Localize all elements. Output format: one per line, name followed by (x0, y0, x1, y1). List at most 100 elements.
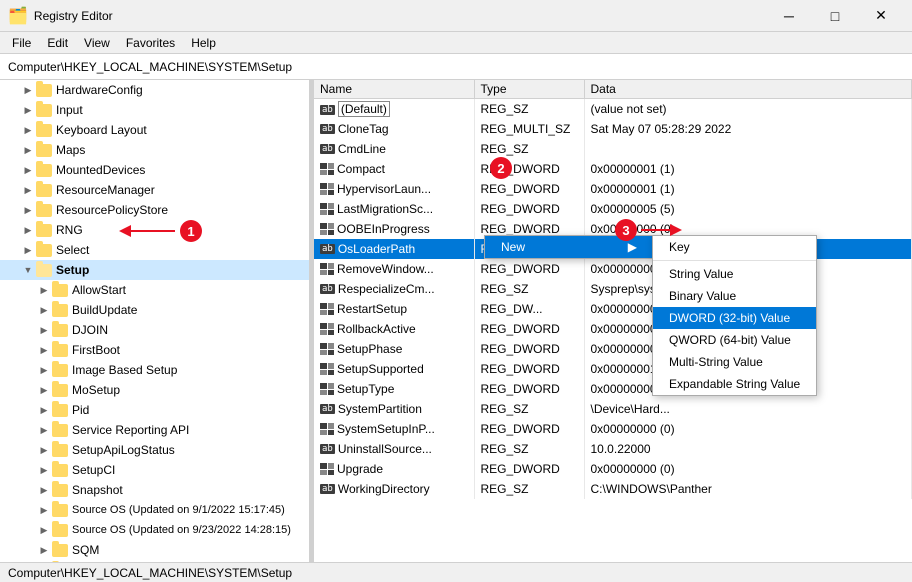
tree-item-sqm[interactable]: ▶ SQM (0, 540, 309, 560)
table-row[interactable]: abWorkingDirectoryREG_SZC:\WINDOWS\Panth… (314, 479, 912, 499)
minimize-button[interactable]: ─ (766, 0, 812, 32)
cell-type: REG_DWORD (474, 199, 584, 219)
window-controls: ─ □ ✕ (766, 0, 904, 32)
cell-type: REG_SZ (474, 139, 584, 159)
cell-data: 0x00000000 (0 (584, 319, 912, 339)
menu-file[interactable]: File (4, 34, 39, 52)
tree-label: Maps (56, 143, 85, 157)
expand-arrow: ▶ (20, 102, 36, 118)
table-row[interactable]: abRespecializeCm...REG_SZSysprep\sysp... (314, 279, 912, 299)
table-row[interactable]: abCloneTagREG_MULTI_SZSat May 07 05:28:2… (314, 119, 912, 139)
tree-label: Source OS (Updated on 9/1/2022 15:17:45) (72, 504, 285, 516)
folder-icon (52, 524, 68, 537)
tree-label: DJOIN (72, 323, 108, 337)
cell-data: 0x00000001 (1) (584, 179, 912, 199)
tree-label: RNG (56, 223, 83, 237)
tree-item-status[interactable]: ▶ Status (0, 560, 309, 562)
tree-label: Keyboard Layout (56, 123, 147, 137)
table-row[interactable]: RollbackActiveREG_DWORD0x00000000 (0 (314, 319, 912, 339)
folder-icon (36, 224, 52, 237)
tree-item-setupapilogstatus[interactable]: ▶ SetupApiLogStatus (0, 440, 309, 460)
menu-favorites[interactable]: Favorites (118, 34, 183, 52)
table-row[interactable]: CompactREG_DWORD0x00000001 (1) (314, 159, 912, 179)
cell-name: SetupPhase (314, 339, 474, 359)
expand-arrow: ▶ (36, 422, 52, 438)
tree-item-resourcemanager[interactable]: ▶ ResourceManager (0, 180, 309, 200)
tree-item-sourceos1[interactable]: ▶ Source OS (Updated on 9/1/2022 15:17:4… (0, 500, 309, 520)
cell-name: abUninstallSource... (314, 439, 474, 459)
tree-item-setup[interactable]: ▼ Setup (0, 260, 309, 280)
tree-label: Pid (72, 403, 89, 417)
table-row[interactable]: OOBEInProgressREG_DWORD0x00000000 (0) (314, 219, 912, 239)
tree-label: Snapshot (72, 483, 123, 497)
table-row[interactable]: abUninstallSource...REG_SZ10.0.22000 (314, 439, 912, 459)
table-row[interactable]: abOsLoaderPathREG_SZ (314, 239, 912, 259)
cell-name: SetupType (314, 379, 474, 399)
cell-data: 0x00000000 (0 (584, 379, 912, 399)
tree-item-setupci[interactable]: ▶ SetupCI (0, 460, 309, 480)
cell-name: Upgrade (314, 459, 474, 479)
folder-icon (36, 204, 52, 217)
tree-item-mosetup[interactable]: ▶ MoSetup (0, 380, 309, 400)
table-row[interactable]: HypervisorLaun...REG_DWORD0x00000001 (1) (314, 179, 912, 199)
cell-data: 10.0.22000 (584, 439, 912, 459)
table-row[interactable]: SetupPhaseREG_DWORD0x00000000 (0 (314, 339, 912, 359)
expand-arrow: ▶ (36, 522, 52, 538)
expand-arrow: ▶ (36, 462, 52, 478)
cell-data (584, 139, 912, 159)
tree-label: Select (56, 243, 89, 257)
tree-item-servicereportingapi[interactable]: ▶ Service Reporting API (0, 420, 309, 440)
expand-arrow: ▶ (20, 122, 36, 138)
address-path: Computer\HKEY_LOCAL_MACHINE\SYSTEM\Setup (8, 60, 292, 74)
close-button[interactable]: ✕ (858, 0, 904, 32)
cell-data: Sysprep\sysp... (584, 279, 912, 299)
table-row[interactable]: SystemSetupInP...REG_DWORD0x00000000 (0) (314, 419, 912, 439)
table-row[interactable]: abSystemPartitionREG_SZ\Device\Hard... (314, 399, 912, 419)
cell-name: abCloneTag (314, 119, 474, 139)
cell-data: 0x00000000 (0 (584, 339, 912, 359)
table-row[interactable]: ab(Default)REG_SZ(value not set) (314, 99, 912, 119)
cell-name: RemoveWindow... (314, 259, 474, 279)
table-row[interactable]: abCmdLineREG_SZ (314, 139, 912, 159)
col-data: Data (584, 80, 912, 99)
tree-item-hardwareconfig[interactable]: ▶ HardwareConfig (0, 80, 309, 100)
table-row[interactable]: RestartSetupREG_DW...0x00000000 (0) (314, 299, 912, 319)
table-row[interactable]: SetupTypeREG_DWORD0x00000000 (0 (314, 379, 912, 399)
cell-type: REG_SZ (474, 399, 584, 419)
tree-item-input[interactable]: ▶ Input (0, 100, 309, 120)
tree-item-imagebasedsetup[interactable]: ▶ Image Based Setup (0, 360, 309, 380)
table-row[interactable]: SetupSupportedREG_DWORD0x00000001 ( (314, 359, 912, 379)
maximize-button[interactable]: □ (812, 0, 858, 32)
tree-item-maps[interactable]: ▶ Maps (0, 140, 309, 160)
expand-arrow: ▶ (36, 342, 52, 358)
menu-view[interactable]: View (76, 34, 118, 52)
tree-item-sourceos2[interactable]: ▶ Source OS (Updated on 9/23/2022 14:28:… (0, 520, 309, 540)
menu-help[interactable]: Help (183, 34, 224, 52)
cell-type: REG_DWORD (474, 359, 584, 379)
folder-icon (36, 184, 52, 197)
table-row[interactable]: RemoveWindow...REG_DWORD0x00000000 (0) (314, 259, 912, 279)
tree-item-resourcepolicystore[interactable]: ▶ ResourcePolicyStore (0, 200, 309, 220)
table-row[interactable]: UpgradeREG_DWORD0x00000000 (0) (314, 459, 912, 479)
tree-item-rng[interactable]: ▶ RNG (0, 220, 309, 240)
tree-item-buildupdate[interactable]: ▶ BuildUpdate (0, 300, 309, 320)
tree-item-mounteddevices[interactable]: ▶ MountedDevices (0, 160, 309, 180)
folder-icon (36, 264, 52, 277)
cell-type: REG_SZ (474, 279, 584, 299)
table-scroll[interactable]: Name Type Data ab(Default)REG_SZ(value n… (314, 80, 912, 562)
folder-icon (52, 424, 68, 437)
cell-type: REG_DWORD (474, 259, 584, 279)
tree-item-select[interactable]: ▶ Select (0, 240, 309, 260)
table-row[interactable]: LastMigrationSc...REG_DWORD0x00000005 (5… (314, 199, 912, 219)
tree-item-snapshot[interactable]: ▶ Snapshot (0, 480, 309, 500)
tree-item-keyboard[interactable]: ▶ Keyboard Layout (0, 120, 309, 140)
cell-data: C:\WINDOWS\Panther (584, 479, 912, 499)
tree-item-allowstart[interactable]: ▶ AllowStart (0, 280, 309, 300)
folder-icon (52, 504, 68, 517)
cell-name: RestartSetup (314, 299, 474, 319)
cell-name: LastMigrationSc... (314, 199, 474, 219)
tree-item-pid[interactable]: ▶ Pid (0, 400, 309, 420)
tree-item-djoin[interactable]: ▶ DJOIN (0, 320, 309, 340)
tree-item-firstboot[interactable]: ▶ FirstBoot (0, 340, 309, 360)
menu-edit[interactable]: Edit (39, 34, 76, 52)
